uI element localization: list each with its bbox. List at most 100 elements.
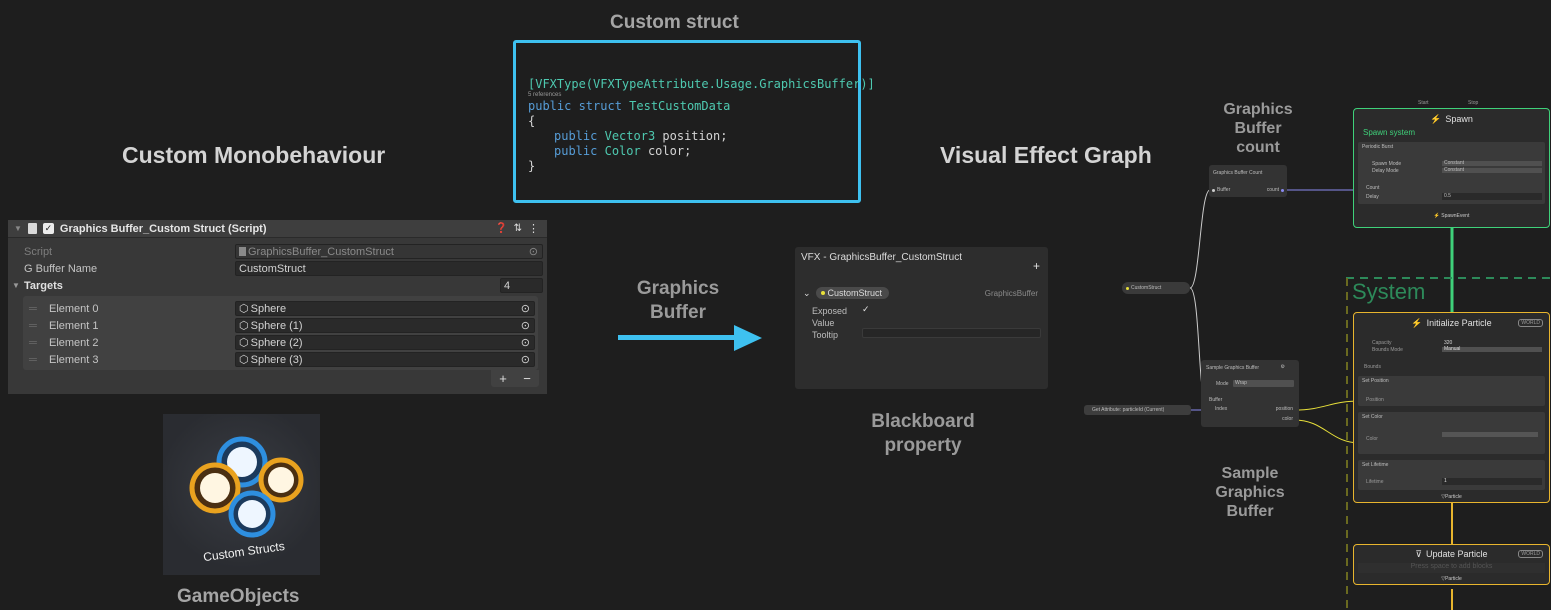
object-picker-icon[interactable]: ⊙ [521,319,534,332]
update-particle-context[interactable]: ⊽ Update Particle WORLD Press space to ad… [1353,544,1550,585]
spawn-mode-label: Spawn Mode [1372,161,1402,167]
lifetime-input[interactable]: 1 [1442,478,1542,485]
sphere-icon [258,457,304,503]
customstruct-pill-label: CustomStruct [1131,285,1162,291]
sample-graphics-buffer-node[interactable]: Sample Graphics Buffer ⚙ Mode Wrap Buffe… [1201,360,1299,427]
object-picker-icon[interactable]: ⊙ [521,302,534,315]
element-value: Sphere [250,302,287,315]
code-keyword: public [554,144,598,158]
position-label: Position [1366,397,1384,403]
update-icon: ⊽ [1415,549,1423,559]
particle-footer: ▽Particle [1354,576,1549,582]
tooltip-input[interactable] [862,328,1041,338]
foldout-arrow-icon[interactable]: ▼ [14,224,22,233]
mode-label: Mode [1216,381,1229,387]
inspector-header: ▼ ✓ Graphics Buffer_Custom Struct (Scrip… [8,220,547,238]
buffer-input-port[interactable]: Buffer [1212,187,1230,193]
remove-element-button[interactable]: − [523,371,531,386]
thumbnail-caption: Custom Structs [202,539,285,564]
delay-mode-dropdown[interactable]: Constant [1442,168,1542,173]
bounds-mode-dropdown[interactable]: Manual [1442,347,1542,352]
drag-handle-icon[interactable]: ═ [29,354,37,366]
chevron-down-icon[interactable]: ⌄ [803,288,811,299]
property-pill[interactable]: CustomStruct [815,287,890,299]
element-object-field[interactable]: ⬡ Sphere (1) ⊙ [235,318,535,333]
set-lifetime-block[interactable]: Set Lifetime Lifetime 1 [1358,460,1545,490]
kebab-menu-icon[interactable]: ⋮ [528,222,547,235]
help-icon[interactable]: ❓ [495,223,507,234]
element-label: Element 2 [49,336,99,349]
code-open-brace: { [528,114,536,128]
script-file-icon [239,247,246,256]
delay-input[interactable]: 0.5 [1442,193,1542,200]
code-keyword: public [554,129,598,143]
set-lifetime-title: Set Lifetime [1362,462,1389,468]
delay-mode-value: Constant [1444,167,1465,173]
exposed-checkbox[interactable]: ✓ [862,304,870,315]
blackboard-title: VFX - GraphicsBuffer_CustomStruct [801,252,962,263]
set-color-block[interactable]: Set Color Color [1358,412,1545,454]
settings-icon[interactable]: ⚙ [1281,364,1285,370]
set-position-title: Set Position [1362,378,1389,384]
targets-size-input[interactable]: 4 [500,278,543,293]
spawn-system-label[interactable]: Spawn system [1363,128,1415,137]
initialize-particle-context[interactable]: ⚡ Initialize Particle WORLD Capacity 320 … [1353,312,1550,503]
get-attribute-label: Get Attribute: particleId (Current) [1092,407,1165,413]
drag-handle-icon[interactable]: ═ [29,320,37,332]
element-value: Sphere (1) [250,319,303,332]
object-picker-icon[interactable]: ⊙ [521,336,534,349]
color-swatch[interactable] [1442,432,1538,437]
lightning-icon: ⚡ [1433,213,1440,219]
element-value: Sphere (3) [250,353,303,366]
stop-flow-label: Stop [1468,100,1479,106]
world-badge[interactable]: WORLD [1518,550,1543,558]
graphics-buffer-count-line: count [1236,139,1280,156]
world-badge[interactable]: WORLD [1518,319,1543,327]
script-field: GraphicsBuffer_CustomStruct ⊙ [235,244,543,259]
element-object-field[interactable]: ⬡ Sphere (3) ⊙ [235,352,535,367]
property-row[interactable]: ⌄ CustomStruct GraphicsBuffer [803,287,1038,299]
script-row: Script GraphicsBuffer_CustomStruct ⊙ [8,243,547,260]
targets-row[interactable]: ▼ Targets 4 [8,277,547,294]
system-label: System [1352,279,1426,304]
blackboard-add-button[interactable]: + [1033,259,1040,273]
code-keyword: public struct [528,99,622,113]
blackboard-property-label-line: Blackboard [871,411,975,432]
mode-dropdown[interactable]: Wrap [1233,380,1294,387]
object-picker-icon: ⊙ [528,246,538,258]
bounds-label: Bounds [1364,364,1381,370]
drag-handle-icon[interactable]: ═ [29,337,37,349]
set-position-block[interactable]: Set Position Position [1358,376,1545,406]
spawn-context[interactable]: Start Stop ⚡ Spawn Spawn system Periodic … [1353,100,1550,228]
custom-struct-heading: Custom struct [610,12,739,33]
element-object-field[interactable]: ⬡ Sphere (2) ⊙ [235,335,535,350]
sample-graphics-buffer-line: Sample [1221,465,1279,482]
lifetime-label: Lifetime [1366,479,1384,485]
gbuffer-name-input[interactable]: CustomStruct [235,261,543,276]
sample-graphics-buffer-label: Sample Graphics Buffer [1200,464,1300,521]
presets-icon[interactable]: ⇅ [514,223,522,234]
sample-position-port[interactable]: position [1276,406,1293,412]
count-output-port[interactable]: count [1267,187,1284,193]
sample-index-port[interactable]: Index [1215,406,1227,412]
targets-foldout-icon[interactable]: ▼ [12,281,20,290]
add-element-button[interactable]: + [499,371,507,386]
blackboard-property-label-line: property [884,435,962,456]
spawn-mode-dropdown[interactable]: Constant [1442,161,1542,166]
particle-footer: ▽Particle [1354,494,1549,500]
sample-color-port[interactable]: color [1282,416,1293,422]
sample-buffer-port[interactable]: Buffer [1209,397,1222,403]
sample-graphics-buffer-line: Buffer [1226,503,1274,520]
enabled-checkbox[interactable]: ✓ [42,223,54,234]
graphics-buffer-label-line: Graphics [636,278,720,299]
property-name: CustomStruct [827,288,883,298]
get-attribute-node[interactable]: Get Attribute: particleId (Current) [1084,405,1191,415]
periodic-burst-block[interactable]: Periodic Burst Spawn Mode Constant Delay… [1358,142,1545,204]
custom-monobehaviour-heading: Custom Monobehaviour [122,142,386,168]
element-object-field[interactable]: ⬡ Sphere ⊙ [235,301,535,316]
add-blocks-hint[interactable]: Press space to add blocks [1358,563,1545,573]
drag-handle-icon[interactable]: ═ [29,303,37,315]
customstruct-property-node[interactable]: CustomStruct [1122,282,1190,294]
object-picker-icon[interactable]: ⊙ [521,353,534,366]
graphics-buffer-count-node[interactable]: Graphics Buffer Count Buffer count [1209,165,1287,197]
